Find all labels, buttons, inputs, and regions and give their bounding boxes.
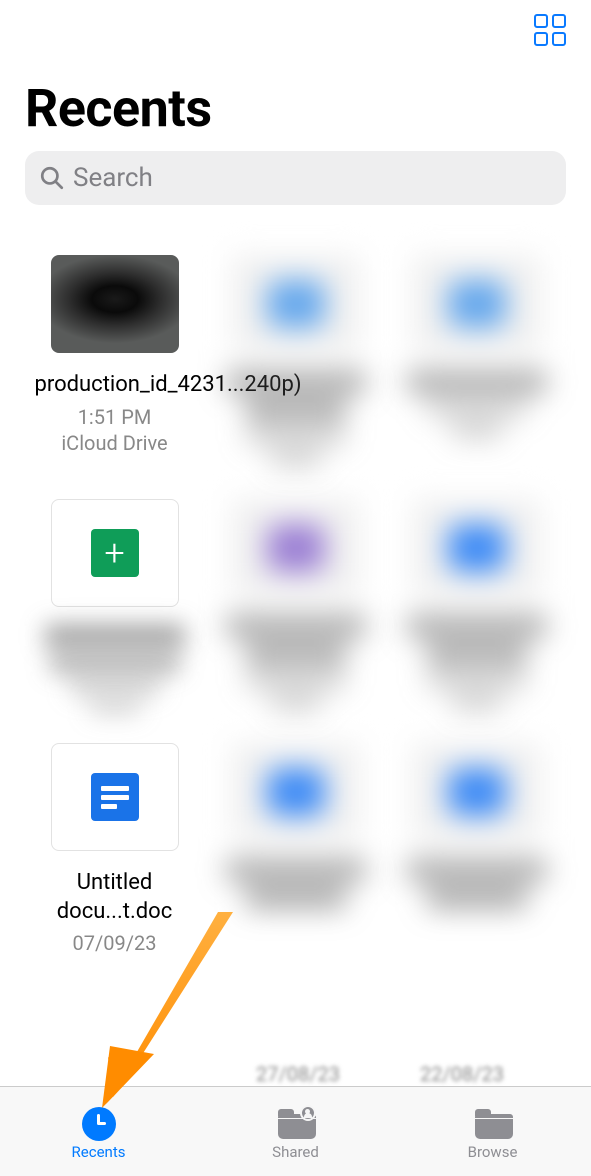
search-bar[interactable] — [25, 151, 566, 205]
file-item[interactable]: production_id_4231...240p) 1:51 PM iClou… — [30, 255, 199, 471]
tab-label: Recents — [72, 1143, 126, 1161]
file-item[interactable]: Untitled docu...t.doc 07/09/23 — [30, 743, 199, 956]
file-name: production_id_4231...240p) — [35, 371, 195, 400]
file-name: Untitled docu...t.doc — [35, 869, 195, 926]
grid-view-icon[interactable] — [534, 14, 566, 46]
tab-recents[interactable]: Recents — [39, 1109, 159, 1161]
tab-bar: Recents Shared Browse — [0, 1086, 591, 1176]
file-meta-redacted — [90, 699, 140, 715]
docs-icon — [91, 773, 139, 821]
file-meta-redacted — [70, 677, 160, 695]
tab-label: Browse — [468, 1143, 518, 1161]
file-item-redacted — [392, 743, 561, 956]
file-date: 07/09/23 — [73, 930, 157, 956]
tab-shared[interactable]: Shared — [236, 1109, 356, 1161]
page-title: Recents — [0, 46, 591, 151]
search-icon — [39, 165, 65, 191]
search-input[interactable] — [73, 163, 552, 193]
file-item-redacted — [392, 255, 561, 471]
file-item-redacted — [211, 499, 380, 715]
tab-browse[interactable]: Browse — [433, 1109, 553, 1161]
file-location: iCloud Drive — [61, 430, 167, 456]
folder-icon — [475, 1109, 511, 1139]
file-name-redacted — [45, 625, 185, 647]
file-meta-redacted — [50, 653, 180, 673]
folder-shared-icon — [278, 1109, 314, 1139]
file-time: 1:51 PM — [78, 404, 152, 430]
file-item-redacted — [392, 499, 561, 715]
file-date-partial: 27/08/23 — [256, 1062, 340, 1086]
tab-label: Shared — [272, 1143, 319, 1161]
file-item[interactable] — [30, 499, 199, 715]
file-item-redacted — [211, 743, 380, 956]
clock-icon — [82, 1107, 116, 1141]
file-thumbnail-docs — [51, 743, 179, 851]
file-thumbnail-video — [51, 255, 179, 353]
file-thumbnail-sheets — [51, 499, 179, 607]
file-date-partial: 22/08/23 — [420, 1062, 504, 1086]
sheets-icon — [91, 529, 139, 577]
file-item-redacted — [211, 255, 380, 471]
